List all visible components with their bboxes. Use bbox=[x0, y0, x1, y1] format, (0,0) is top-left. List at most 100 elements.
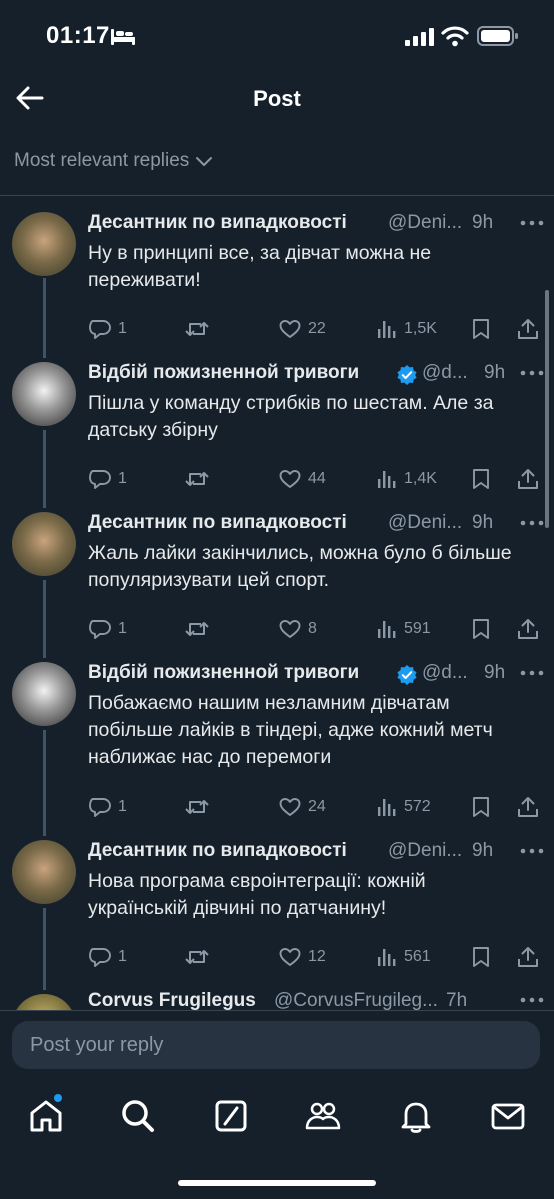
avatar[interactable] bbox=[12, 662, 76, 726]
notification-dot bbox=[54, 1094, 62, 1102]
reply-button[interactable]: 1 bbox=[88, 792, 127, 822]
repost-icon bbox=[185, 950, 209, 964]
notifications-icon bbox=[401, 1102, 431, 1133]
divider bbox=[0, 195, 554, 196]
reply-text: Пішла у команду стрибків по шестам. Але … bbox=[88, 392, 494, 441]
share-button[interactable] bbox=[516, 314, 540, 344]
views-icon bbox=[378, 621, 396, 638]
more-options-icon[interactable] bbox=[520, 220, 544, 226]
views-button[interactable]: 591 bbox=[376, 614, 431, 644]
timestamp: 9h bbox=[472, 212, 494, 233]
sort-replies-dropdown[interactable]: Most relevant replies bbox=[14, 148, 213, 174]
timestamp: 9h bbox=[472, 512, 494, 533]
more-options-icon[interactable] bbox=[520, 670, 544, 676]
reply-header: Десантник по випадковості @Deni... 9h bbox=[88, 512, 538, 538]
grok-icon bbox=[215, 1100, 247, 1132]
username[interactable]: @d... bbox=[422, 362, 468, 384]
bookmark-button[interactable] bbox=[470, 942, 492, 972]
share-icon bbox=[518, 947, 538, 967]
reply-actions: 1 44 1,4K bbox=[88, 464, 544, 494]
reply-text: Жаль лайки закінчились, можна було б біл… bbox=[88, 542, 512, 591]
view-count: 591 bbox=[404, 620, 431, 637]
reply-count: 1 bbox=[118, 320, 127, 337]
reply-item[interactable]: Десантник по випадковості @Deni... 9h Но… bbox=[0, 840, 554, 990]
username[interactable]: @d... bbox=[422, 662, 468, 684]
display-name[interactable]: Десантник по випадковості bbox=[88, 212, 347, 234]
username[interactable]: @Deni... bbox=[388, 840, 462, 862]
bookmark-button[interactable] bbox=[470, 792, 492, 822]
repost-button[interactable] bbox=[184, 314, 210, 344]
messages-icon bbox=[491, 1103, 525, 1130]
like-button[interactable]: 12 bbox=[278, 942, 326, 972]
repost-icon bbox=[185, 322, 209, 336]
reply-button[interactable]: 1 bbox=[88, 942, 127, 972]
reply-actions: 1 24 572 bbox=[88, 792, 544, 822]
like-button[interactable]: 44 bbox=[278, 464, 326, 494]
nav-grok[interactable] bbox=[211, 1096, 251, 1136]
more-options-icon[interactable] bbox=[520, 848, 544, 854]
nav-communities[interactable] bbox=[303, 1096, 343, 1136]
views-button[interactable]: 1,5K bbox=[376, 314, 437, 344]
reply-item[interactable]: Десантник по випадковості @Deni... 9h Ну… bbox=[0, 212, 554, 362]
share-button[interactable] bbox=[516, 942, 540, 972]
more-options-icon[interactable] bbox=[520, 997, 544, 1003]
reply-button[interactable]: 1 bbox=[88, 314, 127, 344]
nav-notifications[interactable] bbox=[396, 1096, 436, 1136]
views-icon bbox=[378, 471, 396, 488]
reply-actions: 1 8 591 bbox=[88, 614, 544, 644]
avatar[interactable] bbox=[12, 994, 76, 1010]
repost-button[interactable] bbox=[184, 614, 210, 644]
views-button[interactable]: 572 bbox=[376, 792, 431, 822]
username[interactable]: @CorvusFrugileg... bbox=[274, 990, 438, 1010]
search-icon bbox=[122, 1100, 154, 1132]
reply-item[interactable]: Відбій пожизненной тривоги @d... 9h Пішл… bbox=[0, 362, 554, 512]
reply-item[interactable]: Десантник по випадковості @Deni... 9h Жа… bbox=[0, 512, 554, 662]
views-button[interactable]: 561 bbox=[376, 942, 431, 972]
repost-button[interactable] bbox=[184, 942, 210, 972]
display-name[interactable]: Десантник по випадковості bbox=[88, 840, 347, 862]
verified-badge-icon bbox=[397, 665, 417, 685]
reply-icon bbox=[89, 620, 111, 639]
bookmark-button[interactable] bbox=[470, 464, 492, 494]
nav-search[interactable] bbox=[118, 1096, 158, 1136]
share-button[interactable] bbox=[516, 792, 540, 822]
bookmark-button[interactable] bbox=[470, 614, 492, 644]
scrollbar[interactable] bbox=[545, 290, 549, 528]
bookmark-icon bbox=[473, 319, 489, 339]
share-button[interactable] bbox=[516, 614, 540, 644]
like-button[interactable]: 8 bbox=[278, 614, 317, 644]
display-name[interactable]: Відбій пожизненной тривоги bbox=[88, 662, 359, 684]
partial-reply[interactable]: Corvus Frugilegus @CorvusFrugileg... 7h bbox=[0, 990, 554, 1010]
reply-icon bbox=[89, 798, 111, 817]
like-button[interactable]: 24 bbox=[278, 792, 326, 822]
nav-messages[interactable] bbox=[488, 1096, 528, 1136]
status-time: 01:17 bbox=[46, 22, 110, 49]
avatar[interactable] bbox=[12, 362, 76, 426]
share-button[interactable] bbox=[516, 464, 540, 494]
reply-button[interactable]: 1 bbox=[88, 614, 127, 644]
display-name[interactable]: Відбій пожизненной тривоги bbox=[88, 362, 359, 384]
like-count: 22 bbox=[308, 320, 326, 337]
display-name[interactable]: Десантник по випадковості bbox=[88, 512, 347, 534]
reply-item[interactable]: Відбій пожизненной тривоги @d... 9h Поба… bbox=[0, 662, 554, 817]
bookmark-button[interactable] bbox=[470, 314, 492, 344]
username[interactable]: @Deni... bbox=[388, 512, 462, 534]
like-button[interactable]: 22 bbox=[278, 314, 326, 344]
avatar[interactable] bbox=[12, 512, 76, 576]
display-name[interactable]: Corvus Frugilegus bbox=[88, 990, 256, 1010]
like-count: 24 bbox=[308, 798, 326, 815]
more-options-icon[interactable] bbox=[520, 520, 544, 526]
reply-count: 1 bbox=[118, 798, 127, 815]
views-button[interactable]: 1,4K bbox=[376, 464, 437, 494]
reply-input[interactable] bbox=[12, 1021, 540, 1069]
avatar[interactable] bbox=[12, 840, 76, 904]
nav-home[interactable] bbox=[26, 1094, 66, 1136]
heart-icon bbox=[279, 320, 301, 338]
more-options-icon[interactable] bbox=[520, 370, 544, 376]
repost-button[interactable] bbox=[184, 464, 210, 494]
repost-button[interactable] bbox=[184, 792, 210, 822]
username[interactable]: @Deni... bbox=[388, 212, 462, 234]
avatar[interactable] bbox=[12, 212, 76, 276]
reply-icon bbox=[89, 948, 111, 967]
reply-button[interactable]: 1 bbox=[88, 464, 127, 494]
